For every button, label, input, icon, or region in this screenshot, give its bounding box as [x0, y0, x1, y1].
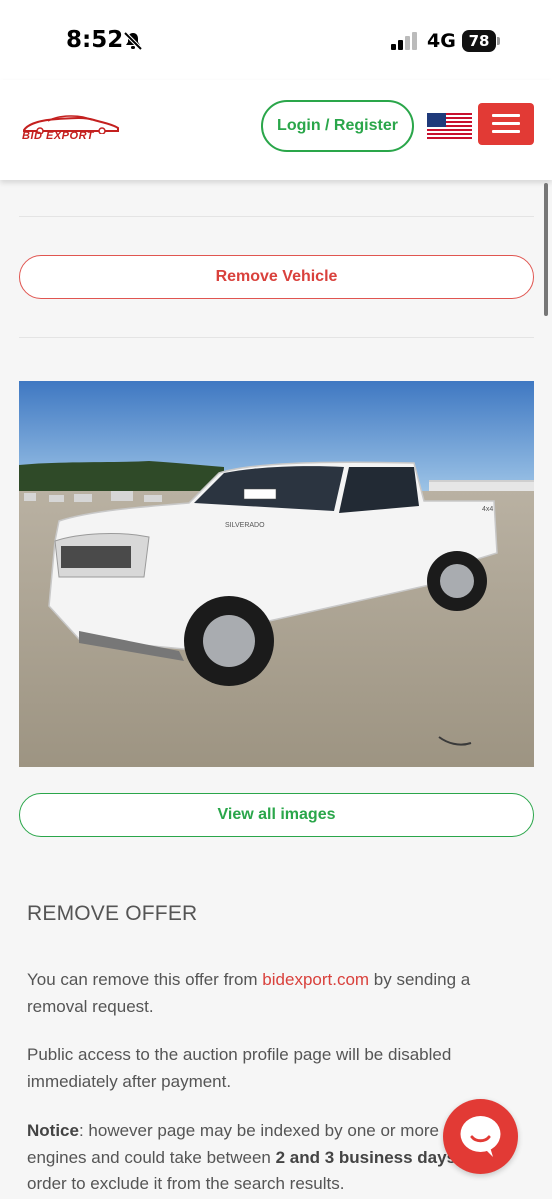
- battery-tip: [497, 37, 500, 45]
- divider: [19, 216, 534, 217]
- us-flag-icon[interactable]: [427, 113, 472, 139]
- signal-icon: [391, 32, 417, 50]
- page-scrollbar[interactable]: [544, 183, 548, 316]
- bell-off-icon: [123, 31, 143, 51]
- logo-text: BID EXPORT: [22, 130, 95, 142]
- login-register-button[interactable]: Login / Register: [261, 100, 414, 152]
- 4x4-badge: 4x4: [482, 506, 493, 513]
- p1-prefix: You can remove this offer from: [27, 970, 263, 989]
- business-days: 2 and 3 business days: [275, 1147, 457, 1167]
- hamburger-icon: [492, 114, 520, 117]
- site-header: BID EXPORT Login / Register: [0, 80, 552, 180]
- silverado-badge: SILVERADO: [225, 522, 265, 529]
- bidexport-link[interactable]: bidexport.com: [262, 970, 369, 989]
- vehicle-photo[interactable]: SILVERADO 4x4: [19, 381, 534, 767]
- remove-offer-paragraph-2: Public access to the auction profile pag…: [27, 1045, 452, 1091]
- notice-label: Notice: [27, 1121, 79, 1140]
- status-bar: 8:52 4G 78: [0, 0, 552, 80]
- chat-bubble-icon: [460, 1116, 501, 1157]
- divider: [19, 337, 534, 338]
- logo[interactable]: BID EXPORT: [18, 114, 122, 146]
- remove-offer-title: REMOVE OFFER: [27, 902, 198, 925]
- status-time: 8:52: [66, 27, 124, 53]
- view-all-images-button[interactable]: View all images: [19, 793, 534, 837]
- remove-offer-paragraph-1: You can remove this offer from bidexport…: [27, 967, 517, 1020]
- battery-indicator: 78: [462, 30, 496, 52]
- remove-vehicle-button[interactable]: Remove Vehicle: [19, 255, 534, 299]
- network-label: 4G: [427, 30, 456, 52]
- hamburger-menu-button[interactable]: [478, 103, 534, 145]
- chat-button[interactable]: [443, 1099, 518, 1174]
